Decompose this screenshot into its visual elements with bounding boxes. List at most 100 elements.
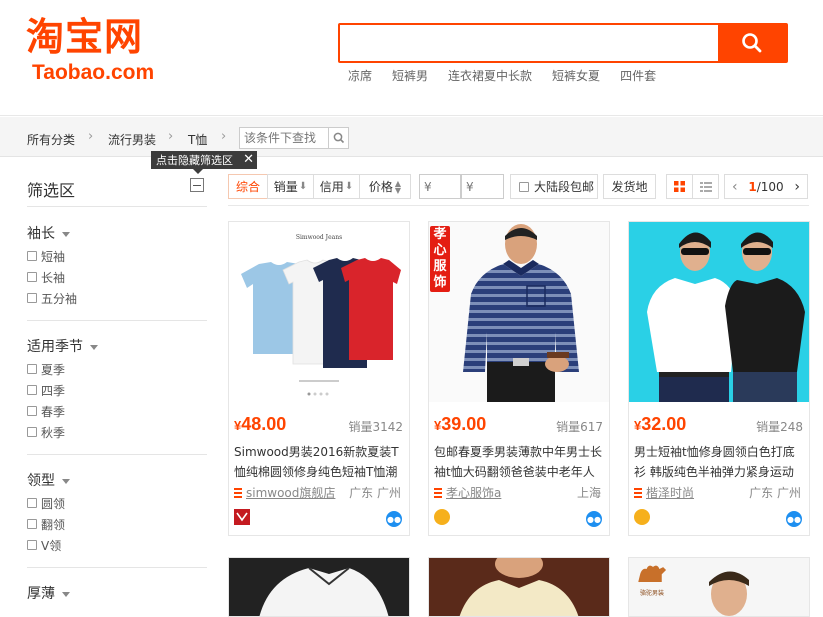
arrow-down-icon: ⬇ <box>298 181 308 192</box>
product-card[interactable]: ¥32.00 销量248 男士短袖t恤修身圆领白色打底衫 韩版纯色半袖弹力紧身运… <box>628 221 810 536</box>
store-badge: 孝心服饰 <box>430 226 450 292</box>
product-price: ¥32.00 <box>634 414 686 435</box>
checkbox[interactable] <box>27 272 37 282</box>
checkbox[interactable] <box>27 540 37 550</box>
checkbox[interactable] <box>27 427 37 437</box>
checkbox[interactable] <box>27 498 37 508</box>
checkbox[interactable] <box>519 181 529 192</box>
hot-word[interactable]: 短裤男 <box>392 67 428 84</box>
search-button[interactable] <box>718 25 786 61</box>
filter-group-title-collar[interactable]: 领型 <box>27 470 70 490</box>
filter-option-spring[interactable]: 春季 <box>27 403 65 419</box>
checkbox[interactable] <box>27 364 37 374</box>
filter-option-turndown-collar[interactable]: 翻领 <box>27 516 65 532</box>
shop-name: simwood旗舰店 <box>246 486 336 500</box>
filter-option-v-neck[interactable]: V领 <box>27 537 61 553</box>
breadcrumb-menswear[interactable]: 流行男装 <box>108 131 156 148</box>
product-card[interactable]: 孝心服饰 ¥39.00 销量617 包邮春夏季男装薄款中年男士长袖t恤大码翻领爸… <box>428 221 610 536</box>
hot-word[interactable]: 凉席 <box>348 67 372 84</box>
site-header: 淘宝网 Taobao.com 凉席 短裤男 连衣裙夏中长款 短裤女夏 四件套 <box>0 0 823 116</box>
wangwang-chat-icon[interactable]: ●● <box>786 511 802 527</box>
filter-group-title-sleeve[interactable]: 袖长 <box>27 223 70 243</box>
shop-icon <box>234 487 242 498</box>
filter-option-long-sleeve[interactable]: 长袖 <box>27 269 65 285</box>
product-card[interactable] <box>428 557 610 617</box>
price-value: 32.00 <box>641 414 687 434</box>
tooltip-arrow <box>193 169 203 174</box>
search-icon <box>742 33 762 53</box>
price-min-input[interactable] <box>419 174 461 199</box>
minus-icon <box>193 184 201 186</box>
sort-bar: 综合 销量⬇ 信用⬇ 价格▲▼ 大陆段包邮 发货地 ‹ 1/100 › <box>228 172 809 206</box>
list-view-button[interactable] <box>692 174 719 199</box>
filter-group-title-thickness[interactable]: 厚薄 <box>27 583 70 603</box>
shop-link[interactable]: 楷泽时尚 <box>634 484 694 501</box>
filter-option-autumn[interactable]: 秋季 <box>27 424 65 440</box>
brand-logo-icon[interactable] <box>234 509 250 525</box>
chevron-left-icon[interactable]: ‹ <box>732 179 738 195</box>
checkbox[interactable] <box>27 519 37 529</box>
product-title[interactable]: 包邮春夏季男装薄款中年男士长袖t恤大码翻领爸爸装中老年人 <box>434 442 606 482</box>
in-category-search-button[interactable] <box>328 128 348 148</box>
product-card[interactable] <box>228 557 410 617</box>
collapse-sidebar-button[interactable] <box>190 178 204 192</box>
in-category-search-input[interactable] <box>240 128 328 148</box>
free-shipping-label: 大陆段包邮 <box>534 180 595 194</box>
sort-composite[interactable]: 综合 <box>228 174 268 199</box>
product-card[interactable]: 骆驼男装 <box>628 557 810 617</box>
breadcrumb-all-categories[interactable]: 所有分类 <box>27 131 75 148</box>
mainland-free-shipping-filter[interactable]: 大陆段包邮 <box>510 174 598 199</box>
ship-from-dropdown[interactable]: 发货地 <box>603 174 656 199</box>
sort-sales-label: 销量 <box>273 180 298 194</box>
product-title[interactable]: Simwood男装2016新款夏装T恤纯棉圆领修身纯色短袖T恤潮男 <box>234 442 406 482</box>
product-title[interactable]: 男士短袖t恤修身圆领白色打底衫 韩版纯色半袖弹力紧身运动 <box>634 442 806 482</box>
filter-group-label: 领型 <box>27 473 55 489</box>
filter-option-round-collar[interactable]: 圆领 <box>27 495 65 511</box>
filter-group-title-season[interactable]: 适用季节 <box>27 336 98 356</box>
filter-option-half-sleeve[interactable]: 五分袖 <box>27 290 77 306</box>
gold-seller-icon[interactable] <box>434 509 450 525</box>
checkbox[interactable] <box>27 406 37 416</box>
tooltip-text: 点击隐藏筛选区 <box>156 154 233 167</box>
divider <box>27 567 207 568</box>
breadcrumb-tshirt[interactable]: T恤 <box>188 131 207 148</box>
hot-word[interactable]: 连衣裙夏中长款 <box>448 67 532 84</box>
product-image[interactable]: 孝心服饰 <box>429 222 609 402</box>
search-input[interactable] <box>340 25 718 61</box>
product-image[interactable] <box>429 558 609 617</box>
product-image[interactable]: Simwood Jeans <box>229 222 409 402</box>
search-icon <box>333 132 344 144</box>
sort-sales[interactable]: 销量 ⬇ <box>267 174 314 199</box>
sort-price-label: 价格 <box>368 180 393 194</box>
checkbox[interactable] <box>27 293 37 303</box>
caret-down-icon <box>62 591 70 597</box>
product-image[interactable] <box>229 558 409 617</box>
checkbox[interactable] <box>27 385 37 395</box>
close-icon[interactable]: ✕ <box>243 152 254 167</box>
wangwang-chat-icon[interactable]: ●● <box>386 511 402 527</box>
pager: ‹ 1/100 › <box>724 174 808 199</box>
page-current: 1 <box>748 179 757 194</box>
checkbox[interactable] <box>27 251 37 261</box>
grid-view-button[interactable] <box>666 174 693 199</box>
filter-option-summer[interactable]: 夏季 <box>27 361 65 377</box>
hot-word[interactable]: 短裤女夏 <box>552 67 600 84</box>
hot-word[interactable]: 四件套 <box>620 67 656 84</box>
shop-link[interactable]: 孝心服饰a <box>434 484 501 501</box>
wangwang-chat-icon[interactable]: ●● <box>586 511 602 527</box>
chevron-right-icon[interactable]: › <box>794 179 800 195</box>
sort-credit[interactable]: 信用 ⬇ <box>313 174 360 199</box>
taobao-logo[interactable]: 淘宝网 Taobao.com <box>26 14 186 90</box>
chevron-right-icon: › <box>168 129 174 144</box>
gold-seller-icon[interactable] <box>634 509 650 525</box>
filter-option-short-sleeve[interactable]: 短袖 <box>27 248 65 264</box>
price-max-input[interactable] <box>461 174 504 199</box>
breadcrumb: 所有分类 › 流行男装 › T恤 › <box>0 117 823 157</box>
product-card[interactable]: Simwood Jeans ¥48.00 销量3142 Simwood男装201… <box>228 221 410 536</box>
product-image[interactable] <box>629 222 809 402</box>
sort-price[interactable]: 价格 ▲ ▼ <box>359 174 411 199</box>
option-label: 夏季 <box>41 362 66 377</box>
store-badge-text: 孝心服饰 <box>433 227 447 290</box>
shop-link[interactable]: simwood旗舰店 <box>234 484 335 501</box>
filter-option-all-season[interactable]: 四季 <box>27 382 65 398</box>
